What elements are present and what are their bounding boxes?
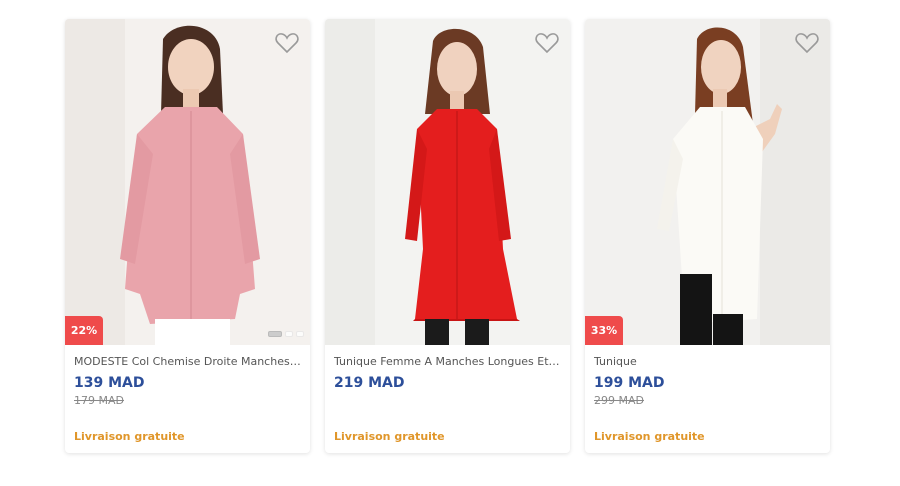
red-tunic-model-image [325,19,570,345]
white-tunic-model-image [585,19,830,345]
heart-icon[interactable] [275,32,299,54]
product-card[interactable]: 22% MODESTE Col Chemise Droite Manches L… [65,19,310,453]
product-price: 199 MAD [594,375,665,391]
original-price: 179 MAD [74,394,124,407]
product-title[interactable]: Tunique [594,355,822,369]
product-title[interactable]: MODESTE Col Chemise Droite Manches L... [74,355,302,369]
discount-badge: 33% [585,316,623,345]
carousel-dot[interactable] [268,331,282,337]
carousel-dot[interactable] [285,331,293,337]
product-grid: 22% MODESTE Col Chemise Droite Manches L… [65,19,830,453]
heart-icon[interactable] [535,32,559,54]
product-image[interactable] [325,19,570,345]
product-price: 219 MAD [334,375,405,391]
original-price [334,393,561,408]
original-price: 299 MAD [594,394,644,407]
product-card[interactable]: Tunique Femme A Manches Longues Et C... … [325,19,570,453]
product-image[interactable]: 33% [585,19,830,345]
shipping-label: Livraison gratuite [594,430,705,443]
discount-badge: 22% [65,316,103,345]
product-image[interactable]: 22% [65,19,310,345]
product-card[interactable]: 33% Tunique 199 MAD 299 MAD Livraison gr… [585,19,830,453]
carousel-dots[interactable] [268,331,304,337]
product-price: 139 MAD [74,375,145,391]
shipping-label: Livraison gratuite [334,430,445,443]
heart-icon[interactable] [795,32,819,54]
product-title[interactable]: Tunique Femme A Manches Longues Et C... [334,355,562,369]
shipping-label: Livraison gratuite [74,430,185,443]
carousel-dot[interactable] [296,331,304,337]
pink-tunic-model-image [65,19,310,345]
